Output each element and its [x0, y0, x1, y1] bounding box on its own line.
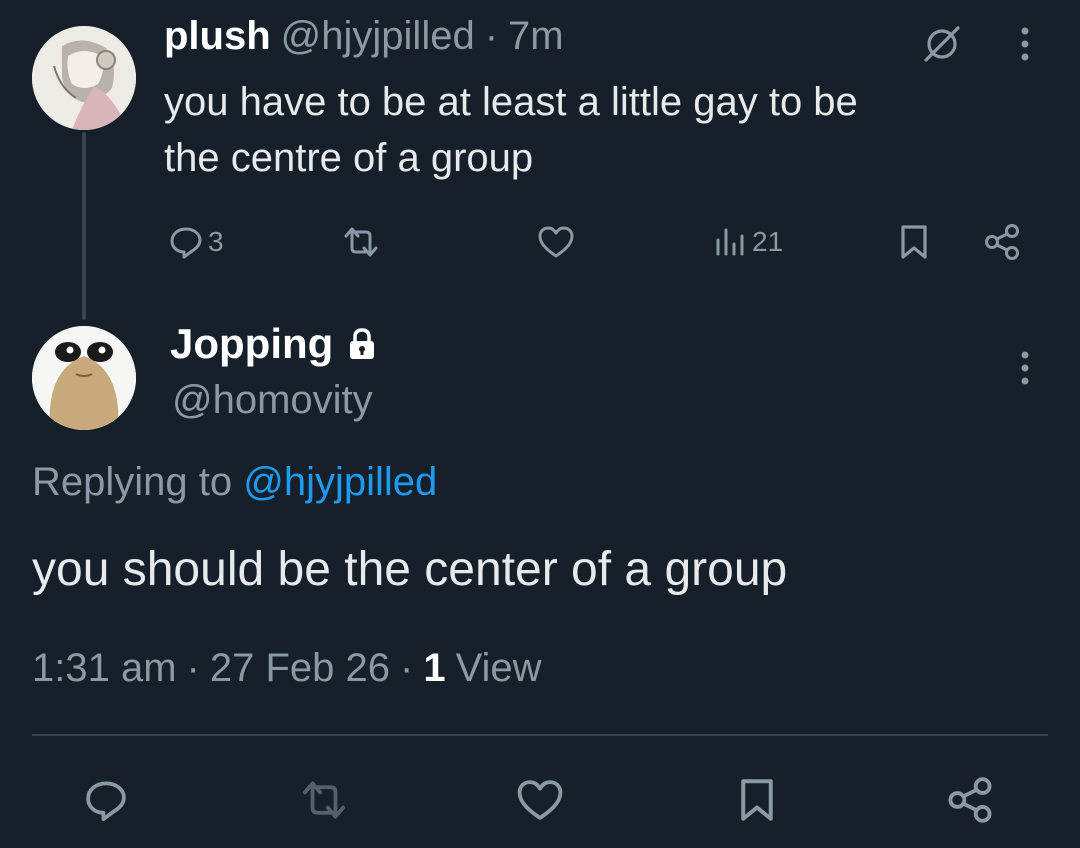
reply-date[interactable]: 27 Feb 26 [210, 646, 390, 691]
reply-reply-button[interactable] [80, 774, 132, 826]
reply-icon [86, 781, 126, 822]
reply-retweet-button[interactable] [294, 774, 354, 826]
reply-timestamp[interactable]: 1:31 am [32, 646, 177, 691]
parent-separator: · [484, 14, 499, 58]
bookmark-icon [901, 225, 927, 259]
plush-avatar[interactable] [32, 26, 136, 130]
parent-handle[interactable]: @hjyjpilled [281, 14, 475, 59]
parent-reply-count: 3 [208, 226, 224, 257]
reply-display-name[interactable]: Jopping [170, 320, 333, 368]
retweet-icon [302, 781, 346, 819]
parent-display-name[interactable]: plush [164, 14, 271, 59]
views-chart-icon [716, 228, 744, 256]
parent-tweet-text-line1: you have to be at least a little gay to … [164, 80, 858, 124]
reply-view-count: 1 [423, 646, 446, 690]
parent-more-options-icon[interactable] [1010, 22, 1040, 66]
share-icon [948, 777, 992, 823]
retweet-icon [344, 227, 378, 257]
reply-tweet-text: you should be the center of a group [32, 543, 788, 596]
anime-character-avatar-icon [32, 26, 136, 130]
parent-retweet-button[interactable] [340, 222, 382, 262]
reply-more-options-icon[interactable] [1010, 346, 1040, 390]
heart-icon [517, 780, 563, 820]
parent-tweet-text-line2: the centre of a group [164, 136, 534, 180]
replying-to-handle[interactable]: @hjyjpilled [243, 460, 437, 504]
parent-like-button[interactable] [536, 222, 576, 262]
reply-icon [170, 227, 202, 259]
parent-bookmark-button[interactable] [894, 222, 934, 262]
parent-views-count: 21 [752, 226, 784, 257]
share-icon [985, 224, 1019, 260]
reply-handle[interactable]: @homovity [172, 378, 373, 423]
replying-to-label: Replying to [32, 460, 233, 504]
parent-share-button[interactable] [980, 222, 1024, 262]
pou-creature-avatar-icon [32, 326, 136, 430]
jopping-avatar[interactable] [32, 326, 136, 430]
thread-line [82, 132, 86, 320]
reply-like-button[interactable] [512, 774, 568, 826]
reply-view-label: View [455, 646, 542, 690]
reply-sep2: · [400, 646, 414, 690]
parent-time-ago[interactable]: 7m [508, 14, 564, 59]
reply-share-button[interactable] [942, 774, 998, 826]
reply-sep1: · [186, 646, 200, 690]
divider [32, 734, 1048, 736]
bookmark-icon [741, 779, 773, 821]
lock-icon [347, 327, 377, 361]
grok-icon[interactable] [920, 22, 964, 66]
parent-reply-button[interactable]: 3 [168, 222, 224, 262]
parent-views-button[interactable]: 21 [712, 222, 783, 262]
heart-icon [538, 226, 574, 258]
reply-bookmark-button[interactable] [732, 774, 782, 826]
